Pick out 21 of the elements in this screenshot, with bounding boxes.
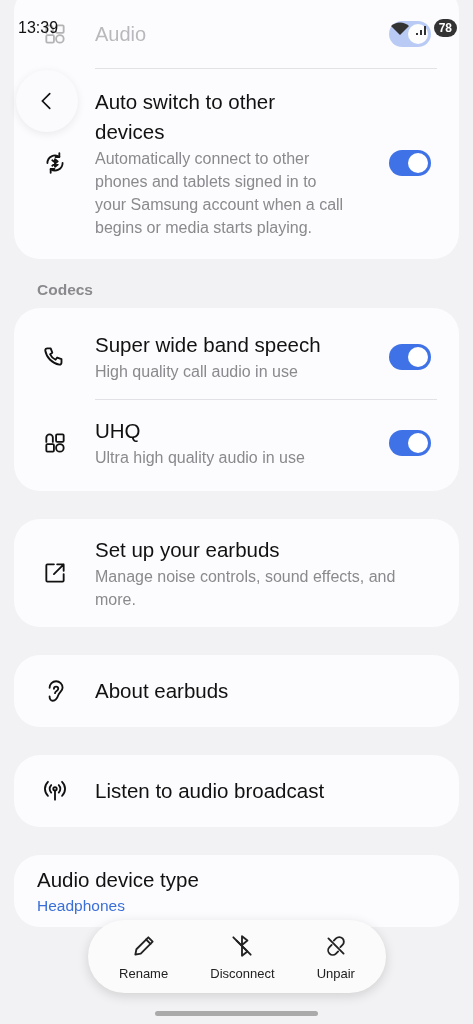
setting-title[interactable]: Audio device type [37,865,377,895]
setting-title[interactable]: UHQ [95,416,335,446]
action-button[interactable]: Rename [113,928,175,985]
setting-title[interactable]: Set up your earbuds [95,535,431,565]
setting-title: Audio [95,22,148,46]
setting-description: Manage noise controls, sound effects, and more. [95,567,397,610]
external-link-icon [42,560,68,586]
setting-description: Automatically connect to other phones and tablets signed in to your Samsung account when a call begins or media starts playing. [95,149,345,238]
setting-value: Headphones [37,896,126,916]
setting-description: High quality call audio in use [95,362,299,382]
toggle-switch[interactable] [389,429,431,456]
setting-title[interactable]: Super wide band speech [95,330,335,360]
section-heading: Codecs [37,281,94,299]
toggle-switch[interactable] [389,150,431,176]
setting-title[interactable]: Auto switch to other devices [95,87,335,147]
action-button[interactable]: Disconnect [204,928,281,985]
setting-description: Ultra high quality audio in use [95,448,306,468]
action-button[interactable]: Unpair [310,928,361,985]
wifi-icon [389,20,410,36]
toggle-switch[interactable] [389,343,431,370]
status-time: 13:39 [18,19,59,37]
